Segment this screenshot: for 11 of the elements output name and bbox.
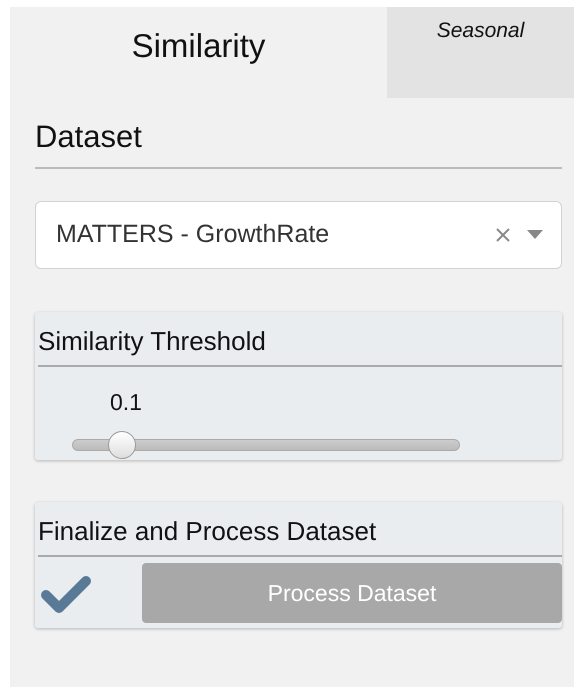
slider-value: 0.1 bbox=[109, 388, 142, 416]
tab[interactable]: Seasonal bbox=[387, 7, 574, 98]
selected-value: MATTERS - GrowthRate bbox=[56, 218, 330, 250]
clear-icon[interactable] bbox=[495, 226, 511, 242]
slider[interactable] bbox=[72, 430, 460, 460]
section-heading: Dataset bbox=[35, 118, 142, 156]
slider-thumb[interactable] bbox=[108, 431, 136, 459]
panel-heading: Finalize and Process Dataset bbox=[37, 515, 378, 548]
caret-icon[interactable] bbox=[527, 230, 543, 239]
dataset-select[interactable]: MATTERS - GrowthRate bbox=[35, 200, 562, 268]
panel-heading: Similarity Threshold bbox=[37, 324, 267, 358]
